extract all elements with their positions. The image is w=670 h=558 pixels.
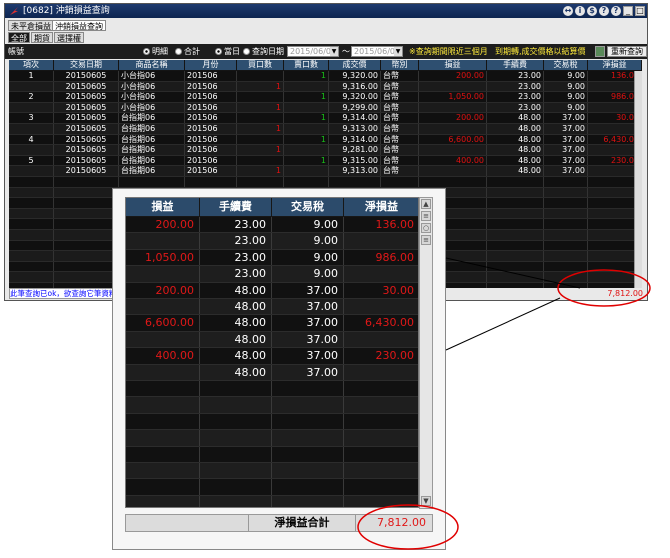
connector-line-bottom	[445, 297, 561, 351]
annotation-ellipse-top	[557, 269, 651, 307]
annotation-overlay	[357, 257, 651, 550]
connector-line-top	[445, 257, 581, 289]
annotation-ellipse-zoom	[357, 504, 459, 550]
